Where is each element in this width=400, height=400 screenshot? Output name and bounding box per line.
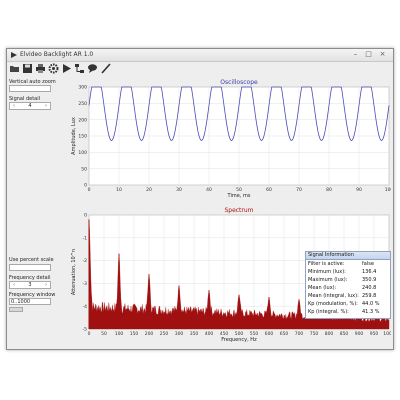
x-tick-label: 950 bbox=[370, 331, 379, 337]
chart-title: Spectrum bbox=[224, 207, 253, 214]
save-icon[interactable] bbox=[22, 63, 33, 74]
window-title: Elvideo Backlight AR 1.0 bbox=[20, 51, 94, 58]
x-tick-label: 750 bbox=[310, 331, 319, 337]
x-tick-label: 70 bbox=[296, 187, 302, 193]
y-tick-label: 0 bbox=[84, 183, 87, 189]
x-tick-label: 100 bbox=[115, 331, 124, 337]
x-tick-label: 700 bbox=[295, 331, 304, 337]
x-tick-label: 10 bbox=[116, 187, 122, 193]
info-label: Maximum (lux): bbox=[308, 277, 348, 283]
print-icon[interactable] bbox=[35, 63, 46, 74]
y-tick-label: -2 bbox=[83, 258, 88, 264]
vertical-auto-zoom-field[interactable] bbox=[9, 85, 51, 92]
oscilloscope-chart: 0102030405060708090100050100150200250300… bbox=[71, 79, 391, 199]
y-tick-label: -1 bbox=[83, 235, 88, 241]
open-icon[interactable] bbox=[9, 63, 20, 74]
x-tick-label: 650 bbox=[280, 331, 289, 337]
main-window: Elvideo Backlight AR 1.0 – □ × Vertical … bbox=[6, 48, 394, 350]
x-tick-label: 90 bbox=[356, 187, 362, 193]
info-value: 41.3 % bbox=[362, 309, 380, 315]
play-icon[interactable] bbox=[61, 63, 72, 74]
x-tick-label: 20 bbox=[146, 187, 152, 193]
x-tick-label: 30 bbox=[176, 187, 182, 193]
y-tick-label: 200 bbox=[78, 117, 87, 123]
x-tick-label: 60 bbox=[266, 187, 272, 193]
y-tick-label: 50 bbox=[81, 166, 87, 172]
y-tick-label: 0 bbox=[84, 213, 87, 219]
y-tick-label: -4 bbox=[83, 304, 88, 310]
brush-icon[interactable] bbox=[100, 63, 111, 74]
x-axis-label: Time, ms bbox=[227, 193, 251, 199]
info-label: Filter is active: bbox=[308, 261, 345, 267]
x-tick-label: 0 bbox=[88, 187, 91, 193]
y-tick-label: 300 bbox=[78, 85, 87, 91]
toolbar bbox=[7, 62, 393, 75]
info-label: Kp (integral, %): bbox=[308, 309, 349, 315]
info-label: Mean (lux): bbox=[308, 285, 337, 291]
info-value: 350.9 bbox=[362, 277, 377, 283]
x-tick-label: 40 bbox=[206, 187, 212, 193]
x-axis-label: Frequency, Hz bbox=[221, 337, 257, 343]
info-label: Mean (integral, lux): bbox=[308, 293, 359, 299]
info-value: 44.0 % bbox=[362, 301, 380, 307]
signal-info-title: Signal Information bbox=[306, 252, 390, 260]
y-axis-label: Attenuation, 10^n bbox=[71, 249, 77, 295]
y-tick-label: 100 bbox=[78, 150, 87, 156]
info-value: 240.8 bbox=[362, 285, 377, 291]
x-tick-label: 350 bbox=[190, 331, 199, 337]
y-tick-label: -3 bbox=[83, 281, 88, 287]
settings-icon[interactable] bbox=[48, 63, 59, 74]
x-tick-label: 200 bbox=[145, 331, 154, 337]
frequency-window-field[interactable]: 0..1000 bbox=[9, 298, 51, 305]
signal-info-panel: Signal Information Filter is active: fal… bbox=[305, 251, 391, 319]
close-icon[interactable]: × bbox=[377, 50, 388, 59]
x-tick-label: 1000 bbox=[383, 331, 391, 337]
minimize-icon[interactable]: – bbox=[350, 50, 361, 59]
info-value: false bbox=[362, 261, 374, 267]
x-tick-label: 0 bbox=[88, 331, 91, 337]
increase-icon[interactable]: › bbox=[43, 282, 49, 289]
x-tick-label: 800 bbox=[325, 331, 334, 337]
x-tick-label: 80 bbox=[326, 187, 332, 193]
x-tick-label: 900 bbox=[355, 331, 364, 337]
use-percent-scale-label: Use percent scale bbox=[9, 257, 54, 263]
use-percent-scale-field[interactable] bbox=[9, 264, 51, 271]
control-panel: Vertical auto zoom Signal detail ‹ 4 › U… bbox=[7, 75, 69, 349]
y-tick-label: -5 bbox=[83, 327, 88, 333]
x-tick-label: 50 bbox=[101, 331, 107, 337]
y-tick-label: 150 bbox=[78, 134, 87, 140]
y-axis-label: Amplitude, Lux bbox=[71, 117, 77, 155]
title-bar[interactable]: Elvideo Backlight AR 1.0 – □ × bbox=[7, 49, 393, 62]
signal-detail-stepper[interactable]: ‹ 4 › bbox=[9, 102, 51, 110]
x-tick-label: 850 bbox=[340, 331, 349, 337]
chart-title: Oscilloscope bbox=[220, 79, 258, 86]
network-icon[interactable] bbox=[74, 63, 85, 74]
app-icon bbox=[11, 52, 17, 58]
info-value: 136.4 bbox=[362, 269, 377, 275]
info-label: Minimum (lux): bbox=[308, 269, 346, 275]
x-tick-label: 300 bbox=[175, 331, 184, 337]
x-tick-label: 150 bbox=[130, 331, 139, 337]
info-value: 259.8 bbox=[362, 293, 377, 299]
x-tick-label: 600 bbox=[265, 331, 274, 337]
x-tick-label: 400 bbox=[205, 331, 214, 337]
y-tick-label: 250 bbox=[78, 101, 87, 107]
x-tick-label: 100 bbox=[385, 187, 391, 193]
comment-icon[interactable] bbox=[87, 63, 98, 74]
frequency-window-slider[interactable] bbox=[9, 307, 23, 312]
frequency-detail-stepper[interactable]: ‹ 3 › bbox=[9, 281, 51, 289]
info-label: Kp (modulation, %): bbox=[308, 301, 358, 307]
x-tick-label: 250 bbox=[160, 331, 169, 337]
increase-icon[interactable]: › bbox=[43, 103, 49, 110]
maximize-icon[interactable]: □ bbox=[363, 50, 374, 59]
